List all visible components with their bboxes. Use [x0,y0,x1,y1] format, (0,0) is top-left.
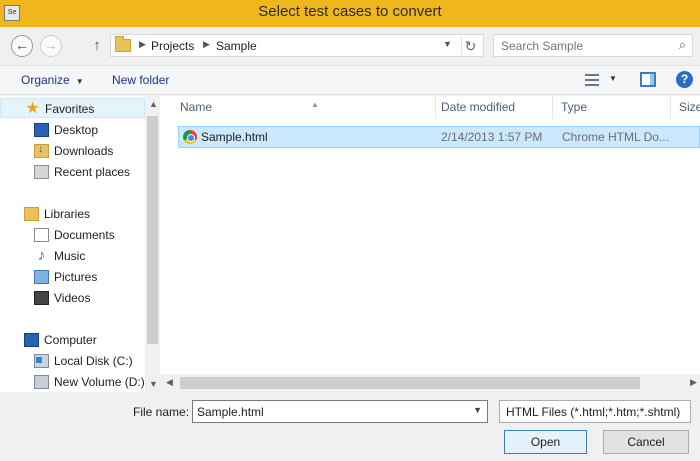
scroll-thumb[interactable] [147,116,158,344]
command-bar: Organize ▼ New folder ▼ ? [0,65,700,95]
preview-pane-icon[interactable] [640,72,656,87]
file-name-label: File name: [133,405,190,419]
breadcrumb-separator-icon[interactable]: ▶ [139,39,146,50]
nav-item-favorites[interactable]: ★ Favorites [0,98,145,118]
nav-item-downloads[interactable]: Downloads [0,141,145,161]
column-header-date-modified[interactable]: Date modified [433,96,553,119]
sort-ascending-icon: ▲ [311,100,319,109]
arrow-left-icon: ← [15,37,29,53]
column-header-label: Type [561,100,588,114]
scroll-thumb[interactable] [180,377,640,389]
recent-places-icon [34,165,49,179]
nav-item-label: Pictures [54,270,98,284]
file-name-input[interactable] [195,403,465,420]
nav-item-computer[interactable]: Computer [0,330,145,350]
videos-icon [34,291,49,305]
star-icon: ★ [25,100,40,117]
window-title: Select test cases to convert [258,3,442,20]
forward-button[interactable]: → [40,35,62,57]
title-bar[interactable]: Se Select test cases to convert [0,0,700,27]
new-folder-button[interactable]: New folder [112,73,169,87]
navigation-pane: ★ Favorites Desktop Downloads Recent pla… [0,96,160,392]
documents-icon [34,228,49,242]
up-button[interactable]: ↑ [88,36,106,56]
nav-item-music[interactable]: ♪ Music [0,246,145,266]
chevron-down-icon[interactable]: ▼ [473,405,482,415]
arrow-up-icon: ↑ [93,37,101,54]
help-icon[interactable]: ? [676,71,693,88]
scroll-right-icon[interactable]: ▶ [690,377,697,388]
organize-button[interactable]: Organize ▼ [21,73,84,87]
search-input[interactable] [496,37,666,54]
list-horizontal-scrollbar[interactable]: ◀ ▶ [160,374,700,392]
folder-icon [115,36,131,52]
new-volume-icon [34,375,49,389]
nav-item-label: Favorites [45,102,95,116]
scroll-up-icon[interactable]: ▲ [149,99,158,109]
nav-item-videos[interactable]: Videos [0,288,145,308]
nav-item-recent-places[interactable]: Recent places [0,162,145,182]
column-header-label: Size [679,100,700,114]
pictures-icon [34,270,49,284]
column-header-label: Name [180,100,213,114]
view-options-icon[interactable] [585,74,599,86]
libraries-icon [24,207,39,221]
nav-item-label: Music [54,249,86,263]
breadcrumb-projects[interactable]: Projects [151,39,194,53]
file-name-combo[interactable]: ▼ [192,400,488,423]
dialog-body: ← → ↑ ▶ Projects ▶ Sample ▼ ↻ ⌕ Organize… [0,27,700,461]
scroll-down-icon[interactable]: ▼ [149,379,158,389]
nav-item-label: Desktop [54,123,99,137]
downloads-icon [34,143,49,158]
nav-item-label: Downloads [54,144,114,158]
scroll-left-icon[interactable]: ◀ [166,377,173,388]
nav-item-label: Local Disk (C:) [54,354,133,368]
search-box[interactable]: ⌕ [493,34,693,57]
nav-item-label: Recent places [54,165,131,179]
refresh-icon[interactable]: ↻ [461,37,479,55]
chevron-down-icon: ▼ [75,77,84,86]
column-header-type[interactable]: Type [553,96,671,119]
chrome-html-icon [183,130,197,144]
nav-item-desktop[interactable]: Desktop [0,120,145,140]
file-dialog-window: Se Select test cases to convert ← → ↑ ▶ … [0,0,700,461]
nav-item-libraries[interactable]: Libraries [0,204,145,224]
back-button[interactable]: ← [11,35,33,57]
nav-item-label: New Volume (D:) [54,375,145,389]
address-bar[interactable]: ▶ Projects ▶ Sample ▼ ↻ [110,34,484,57]
computer-icon [24,333,39,347]
column-header-name[interactable]: Name ▲ [172,96,436,119]
nav-item-local-disk[interactable]: Local Disk (C:) [0,351,145,371]
nav-item-label: Computer [44,333,97,347]
file-type-filter[interactable]: HTML Files (*.html;*.htm;*.shtml) [499,400,691,423]
address-dropdown-icon[interactable]: ▼ [443,39,452,49]
file-row[interactable]: Sample.html 2/14/2013 1:57 PM Chrome HTM… [178,126,700,148]
column-header-size[interactable]: Size [671,96,700,119]
open-button[interactable]: Open [504,430,587,454]
file-type-filter-value: HTML Files (*.html;*.htm;*.shtml) [506,405,681,419]
search-icon[interactable]: ⌕ [679,37,686,53]
chevron-down-icon[interactable]: ▼ [609,74,617,83]
nav-item-label: Videos [54,291,91,305]
nav-vertical-scrollbar[interactable]: ▲ ▼ [145,96,160,392]
arrow-right-icon: → [44,37,58,53]
file-date-cell: 2/14/2013 1:57 PM [441,130,543,144]
nav-item-documents[interactable]: Documents [0,225,145,245]
music-icon: ♪ [37,247,46,264]
file-list: Name ▲ Date modified Type Size Sample.ht… [160,96,700,392]
file-type-cell: Chrome HTML Do... [562,130,669,144]
nav-item-label: Documents [54,228,115,242]
desktop-icon [34,123,49,137]
breadcrumb-sample[interactable]: Sample [216,39,257,53]
file-name-cell: Sample.html [201,130,268,144]
organize-label: Organize [21,73,70,87]
nav-item-label: Libraries [44,207,91,221]
nav-item-pictures[interactable]: Pictures [0,267,145,287]
column-header-label: Date modified [441,100,516,114]
nav-item-new-volume[interactable]: New Volume (D:) [0,372,145,392]
breadcrumb-separator-icon[interactable]: ▶ [203,39,210,50]
local-disk-icon [34,354,49,368]
cancel-button[interactable]: Cancel [603,430,689,454]
